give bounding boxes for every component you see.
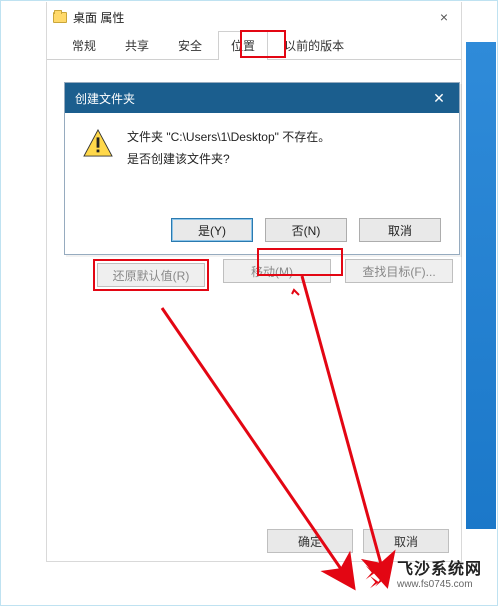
tab-security[interactable]: 安全 <box>165 31 215 60</box>
dialog-line1: 文件夹 "C:\Users\1\Desktop" 不存在。 <box>127 127 330 149</box>
properties-footer: 确定 取消 <box>47 529 461 553</box>
dialog-cancel-button[interactable]: 取消 <box>359 218 441 242</box>
tab-general[interactable]: 常规 <box>59 31 109 60</box>
desktop-bg: 桌面 属性 × 常规 共享 安全 位置 以前的版本 还原默认值(R) 移动(M)… <box>2 2 496 604</box>
location-action-row: 还原默认值(R) 移动(M)... 查找目标(F)... <box>93 259 453 291</box>
tab-location[interactable]: 位置 <box>218 31 268 60</box>
window-close-button[interactable]: × <box>433 9 455 25</box>
tab-previous-versions[interactable]: 以前的版本 <box>271 31 357 60</box>
window-title: 桌面 属性 <box>73 9 433 26</box>
annotation-highlight-restore: 还原默认值(R) <box>93 259 209 291</box>
restore-default-button[interactable]: 还原默认值(R) <box>97 263 205 287</box>
tab-share[interactable]: 共享 <box>112 31 162 60</box>
dialog-line2: 是否创建该文件夹? <box>127 149 330 171</box>
warning-icon <box>83 129 113 157</box>
dialog-close-button[interactable]: ✕ <box>429 90 449 107</box>
desktop-strip <box>466 42 496 529</box>
screenshot-frame: 桌面 属性 × 常规 共享 安全 位置 以前的版本 还原默认值(R) 移动(M)… <box>0 0 498 606</box>
find-target-button[interactable]: 查找目标(F)... <box>345 259 453 283</box>
dialog-no-button[interactable]: 否(N) <box>265 218 347 242</box>
cancel-button[interactable]: 取消 <box>363 529 449 553</box>
watermark-text-en: www.fs0745.com <box>397 579 482 590</box>
window-titlebar: 桌面 属性 × <box>47 2 461 32</box>
dialog-yes-button[interactable]: 是(Y) <box>171 218 253 242</box>
dialog-body: 文件夹 "C:\Users\1\Desktop" 不存在。 是否创建该文件夹? … <box>65 113 459 254</box>
watermark-text-cn: 飞沙系统网 <box>397 561 482 579</box>
dialog-title-text: 创建文件夹 <box>75 90 135 107</box>
folder-icon <box>53 12 67 23</box>
dialog-actions: 是(Y) 否(N) 取消 <box>83 170 441 242</box>
watermark-icon <box>363 562 391 590</box>
watermark: 飞沙系统网 www.fs0745.com <box>363 561 482 590</box>
ok-button[interactable]: 确定 <box>267 529 353 553</box>
dialog-message: 文件夹 "C:\Users\1\Desktop" 不存在。 是否创建该文件夹? <box>127 127 330 170</box>
tab-strip: 常规 共享 安全 位置 以前的版本 <box>47 32 461 60</box>
create-folder-dialog: 创建文件夹 ✕ 文件夹 "C:\Users\1\Desktop" 不存在。 是否… <box>64 82 460 255</box>
dialog-titlebar: 创建文件夹 ✕ <box>65 83 459 113</box>
move-button[interactable]: 移动(M)... <box>223 259 331 283</box>
